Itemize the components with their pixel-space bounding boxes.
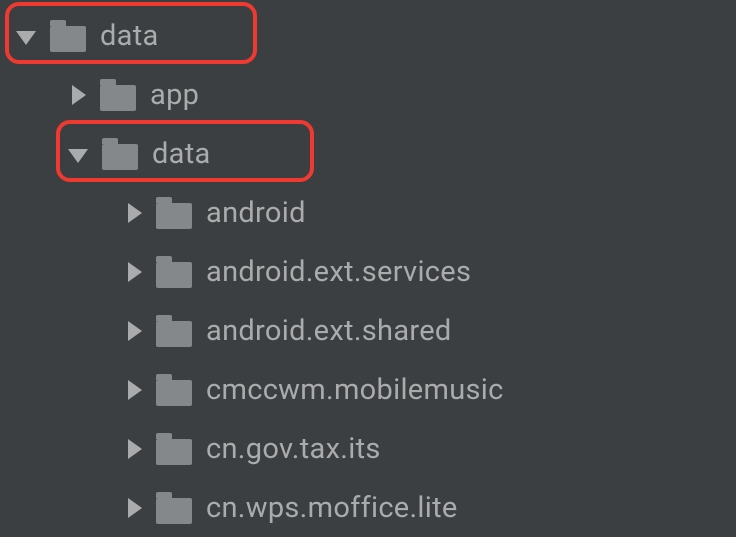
folder-icon bbox=[156, 262, 192, 288]
chevron-right-icon[interactable] bbox=[72, 85, 86, 105]
folder-icon bbox=[156, 380, 192, 406]
folder-tree: data app data android android.ext.servic… bbox=[0, 6, 736, 537]
folder-icon bbox=[156, 498, 192, 524]
tree-row-android-ext-shared[interactable]: android.ext.shared bbox=[0, 301, 736, 360]
chevron-right-icon[interactable] bbox=[128, 203, 142, 223]
folder-label: android bbox=[206, 196, 306, 230]
tree-row-data-child[interactable]: data bbox=[0, 124, 736, 183]
chevron-right-icon[interactable] bbox=[128, 262, 142, 282]
folder-icon bbox=[100, 85, 136, 111]
folder-label: data bbox=[100, 19, 159, 53]
folder-label: android.ext.shared bbox=[206, 314, 452, 348]
folder-label: cn.gov.tax.its bbox=[206, 432, 381, 466]
chevron-down-icon[interactable] bbox=[68, 149, 88, 163]
tree-row-cmccwm-mobilemusic[interactable]: cmccwm.mobilemusic bbox=[0, 360, 736, 419]
chevron-down-icon[interactable] bbox=[16, 31, 36, 45]
folder-icon bbox=[156, 321, 192, 347]
folder-icon bbox=[50, 26, 86, 52]
folder-label: cmccwm.mobilemusic bbox=[206, 373, 504, 407]
tree-row-android[interactable]: android bbox=[0, 183, 736, 242]
tree-row-cn-wps-moffice-lite[interactable]: cn.wps.moffice.lite bbox=[0, 478, 736, 537]
folder-icon bbox=[156, 439, 192, 465]
folder-label: app bbox=[150, 78, 199, 112]
chevron-right-icon[interactable] bbox=[128, 498, 142, 518]
chevron-right-icon[interactable] bbox=[128, 321, 142, 341]
chevron-right-icon[interactable] bbox=[128, 380, 142, 400]
tree-row-data-root[interactable]: data bbox=[0, 6, 736, 65]
folder-label: cn.wps.moffice.lite bbox=[206, 491, 458, 525]
tree-row-app[interactable]: app bbox=[0, 65, 736, 124]
chevron-right-icon[interactable] bbox=[128, 439, 142, 459]
tree-row-cn-gov-tax-its[interactable]: cn.gov.tax.its bbox=[0, 419, 736, 478]
folder-label: data bbox=[152, 137, 211, 171]
tree-row-android-ext-services[interactable]: android.ext.services bbox=[0, 242, 736, 301]
folder-icon bbox=[156, 203, 192, 229]
folder-icon bbox=[102, 144, 138, 170]
folder-label: android.ext.services bbox=[206, 255, 471, 289]
